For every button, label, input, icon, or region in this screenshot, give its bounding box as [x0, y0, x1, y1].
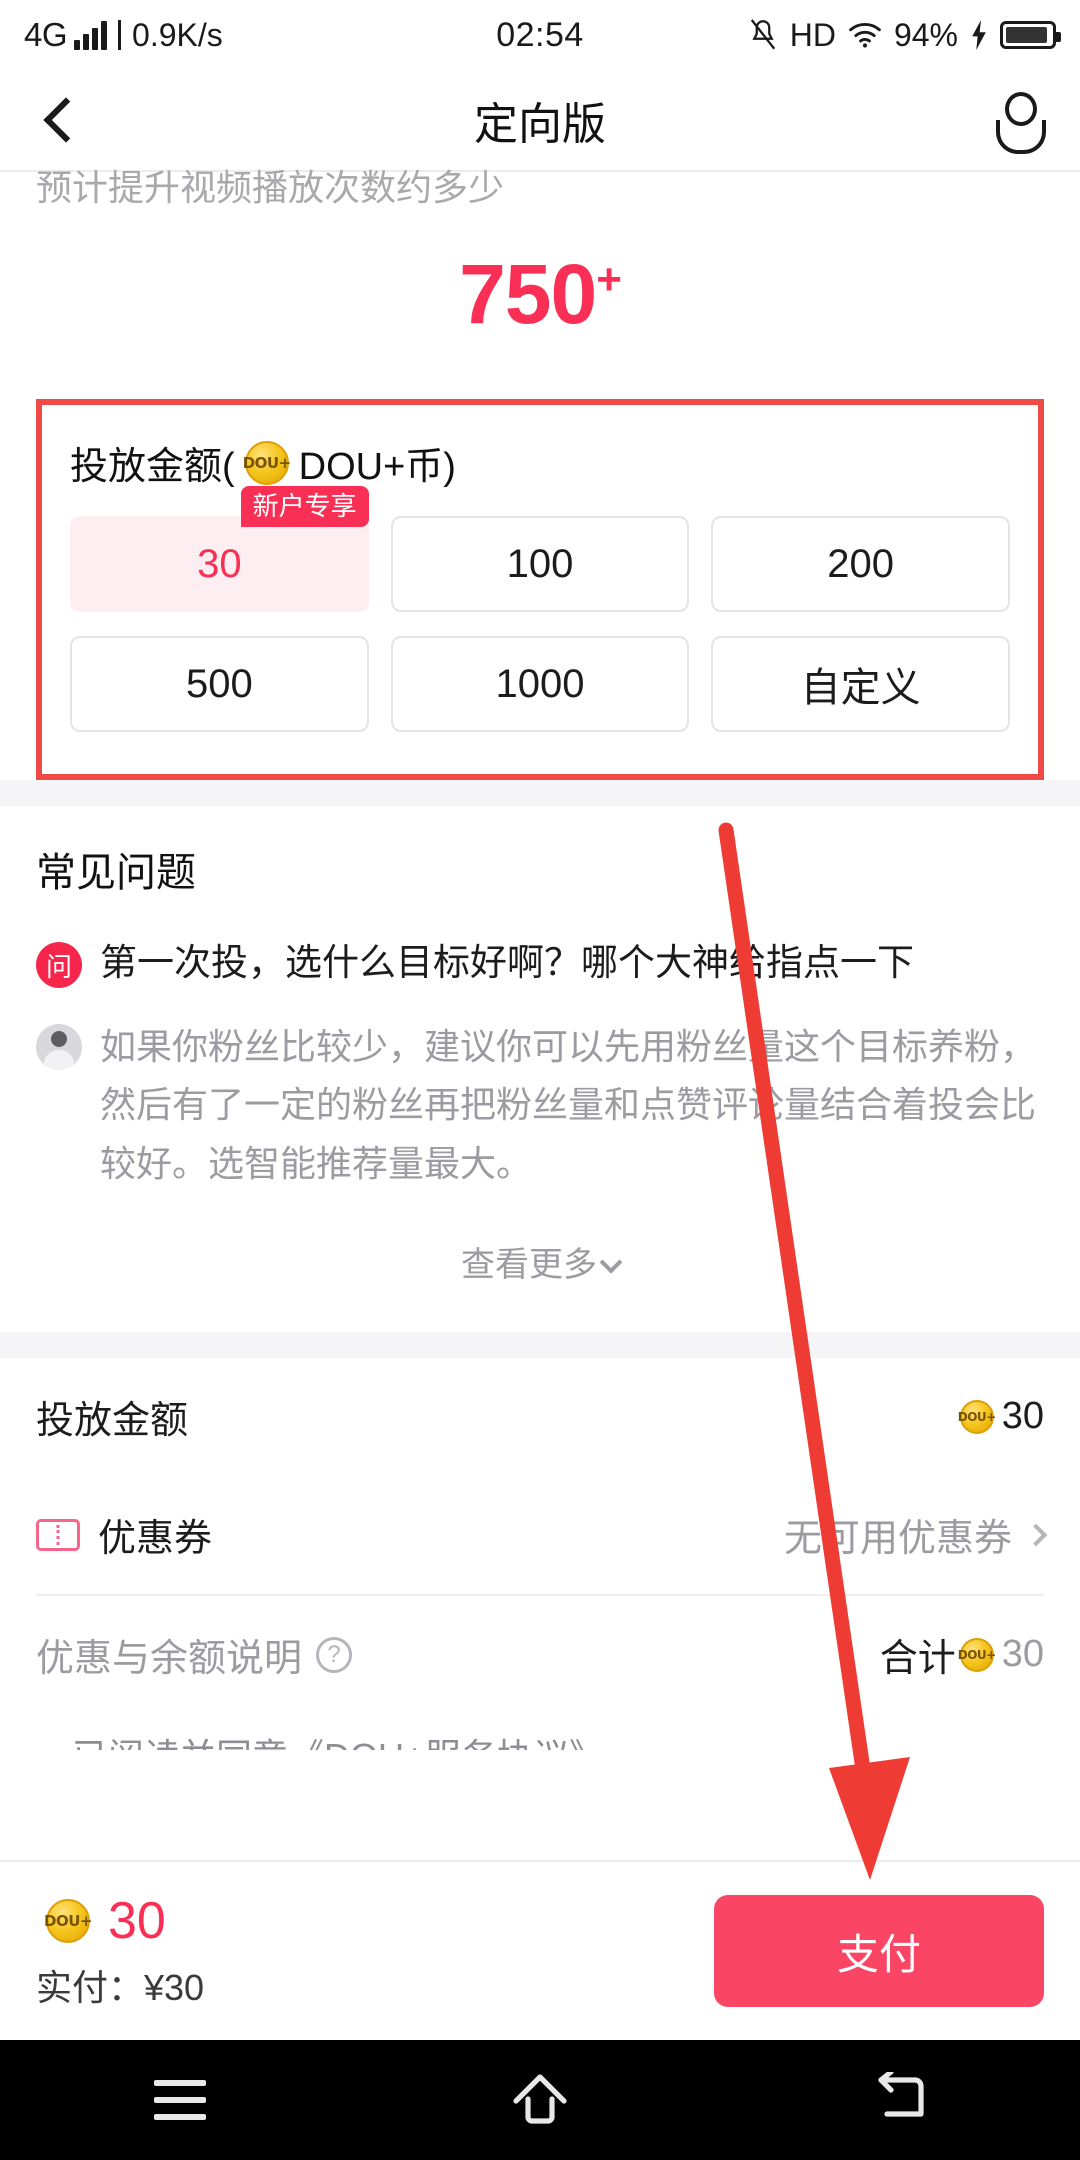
summary-value: 无可用优惠券 — [783, 1507, 1048, 1562]
agreement-text-clipped[interactable]: 已阅读并同意《DOU+服务协议》 — [36, 1714, 1044, 1750]
estimate-block: 750+ — [0, 210, 1080, 399]
total-label: 合计 — [879, 1638, 956, 1681]
total-value: 30 — [1001, 1633, 1044, 1676]
amount-option-label: 1000 — [495, 661, 585, 706]
bell-muted-icon — [748, 18, 778, 52]
status-bar-left: 4G 0.9K/s — [24, 16, 223, 54]
home-icon[interactable] — [480, 2040, 600, 2160]
payment-actual-label: 实付：¥30 — [36, 1967, 205, 2008]
amount-option-label: 30 — [197, 541, 242, 586]
phone-screen: 4G 0.9K/s 02:54 HD 94% 定向版 预计提升视频播放次数约多少… — [0, 0, 1080, 2160]
view-more-button[interactable]: 查看更多 — [36, 1193, 1044, 1322]
android-navigation-bar — [0, 2040, 1080, 2160]
pay-button[interactable]: 支付 — [714, 1895, 1044, 2007]
section-gap — [0, 780, 1080, 806]
coupon-icon — [36, 1518, 80, 1551]
dou-plus-coin-icon: DOU+ — [958, 1637, 996, 1672]
faq-question-text: 第一次投，选什么目标好啊？哪个大神给指点一下 — [100, 942, 914, 983]
network-type-label: 4G — [24, 16, 68, 53]
amount-option-label: 100 — [506, 541, 574, 586]
summary-row-coupon[interactable]: 优惠券 无可用优惠券 — [36, 1476, 1048, 1594]
faq-answer-text: 如果你粉丝比较少，建议你可以先用粉丝量这个目标养粉，然后有了一定的粉丝再把粉丝量… — [100, 1026, 1037, 1184]
battery-percent-label: 94% — [893, 16, 958, 53]
explain-label-wrap: 优惠与余额说明 ? — [36, 1627, 353, 1682]
status-bar-right: HD 94% — [748, 16, 1061, 54]
estimate-number: 750+ — [459, 246, 622, 343]
summary-label-wrap: 优惠券 — [36, 1507, 212, 1562]
amount-option-200[interactable]: 200 — [711, 516, 1010, 612]
summary-label: 投放金额 — [36, 1400, 189, 1443]
estimate-value: 750 — [459, 247, 597, 341]
status-divider — [118, 20, 122, 50]
faq-question-row: 问 第一次投，选什么目标好啊？哪个大神给指点一下 — [36, 938, 1044, 988]
app-header: 定向版 — [0, 70, 1080, 170]
chevron-down-icon — [599, 1250, 623, 1274]
coupon-status-text: 无可用优惠券 — [783, 1518, 1012, 1561]
question-mark-icon[interactable]: ? — [316, 1636, 353, 1673]
hero-caption-clipped: 预计提升视频播放次数约多少 — [36, 167, 505, 204]
menu-icon[interactable] — [120, 2040, 240, 2160]
summary-value: DOU+ 30 — [958, 1395, 1044, 1438]
new-user-badge: 新户专享 — [240, 486, 369, 527]
person-icon[interactable] — [990, 92, 1046, 154]
chevron-right-icon — [1024, 1523, 1048, 1547]
page-title: 定向版 — [474, 100, 606, 149]
summary-label: 优惠券 — [98, 1518, 213, 1561]
amount-label-prefix: 投放金额( — [70, 446, 235, 488]
question-badge-icon: 问 — [36, 942, 82, 988]
payment-coin-amount: DOU+ 30 — [36, 1891, 204, 1951]
view-more-label: 查看更多 — [461, 1245, 597, 1284]
order-summary: 投放金额 DOU+ 30 优惠券 无可用优惠券 优惠与余额说明 ? 合计 DOU… — [0, 1357, 1080, 1750]
amount-options-grid: 新户专享 30 100 200 500 1000 自定义 — [70, 486, 1010, 732]
faq-answer-row: 如果你粉丝比较少，建议你可以先用粉丝量这个目标养粉，然后有了一定的粉丝再把粉丝量… — [36, 1018, 1044, 1193]
payment-bar: DOU+ 30 实付：¥30 支付 — [0, 1860, 1080, 2040]
amount-option-label: 500 — [185, 661, 253, 706]
faq-section: 常见问题 问 第一次投，选什么目标好啊？哪个大神给指点一下 如果你粉丝比较少，建… — [0, 806, 1080, 1332]
back-chevron-icon[interactable] — [36, 97, 82, 143]
user-avatar-icon — [36, 1024, 82, 1070]
summary-row-amount: 投放金额 DOU+ 30 — [36, 1358, 1044, 1476]
dou-plus-coin-icon: DOU+ — [44, 1899, 92, 1943]
wifi-icon — [848, 21, 882, 49]
summary-row-explain[interactable]: 优惠与余额说明 ? 合计 DOU+ 30 — [36, 1596, 1044, 1714]
dou-plus-coin-icon: DOU+ — [958, 1399, 996, 1434]
amount-option-100[interactable]: 100 — [390, 516, 690, 612]
summary-amount-value: 30 — [1001, 1395, 1044, 1438]
amount-selection-card: 投放金额( DOU+ DOU+币) 新户专享 30 100 200 500 10… — [36, 399, 1044, 780]
faq-heading: 常见问题 — [36, 851, 196, 895]
battery-icon — [1000, 21, 1061, 49]
hd-label: HD — [789, 16, 836, 53]
estimate-suffix: + — [596, 255, 622, 304]
back-arrow-icon[interactable] — [840, 2040, 960, 2160]
amount-option-label: 自定义 — [800, 666, 921, 710]
amount-option-label: 200 — [827, 541, 895, 586]
signal-bars-icon — [74, 20, 108, 50]
status-bar: 4G 0.9K/s 02:54 HD 94% — [0, 0, 1080, 70]
network-speed-label: 0.9K/s — [132, 16, 223, 53]
payment-amount-block: DOU+ 30 实付：¥30 — [36, 1891, 204, 2011]
amount-option-1000[interactable]: 1000 — [390, 636, 690, 732]
amount-option-30[interactable]: 新户专享 30 — [70, 486, 369, 612]
amount-card-label: 投放金额( DOU+ DOU+币) — [70, 435, 1010, 490]
section-gap-2 — [0, 1331, 1080, 1358]
amount-option-500[interactable]: 500 — [70, 636, 369, 732]
dou-plus-coin-icon: DOU+ — [243, 440, 291, 485]
payment-amount-value: 30 — [108, 1892, 166, 1950]
charging-bolt-icon — [970, 20, 988, 50]
explain-label: 优惠与余额说明 — [36, 1638, 303, 1681]
main-content: 预计提升视频播放次数约多少 750+ 投放金额( DOU+ DOU+币) 新户专… — [0, 167, 1080, 1750]
amount-option-custom[interactable]: 自定义 — [711, 636, 1010, 732]
total-wrap: 合计 DOU+ 30 — [880, 1627, 1044, 1682]
amount-label-suffix: DOU+币) — [298, 446, 456, 488]
